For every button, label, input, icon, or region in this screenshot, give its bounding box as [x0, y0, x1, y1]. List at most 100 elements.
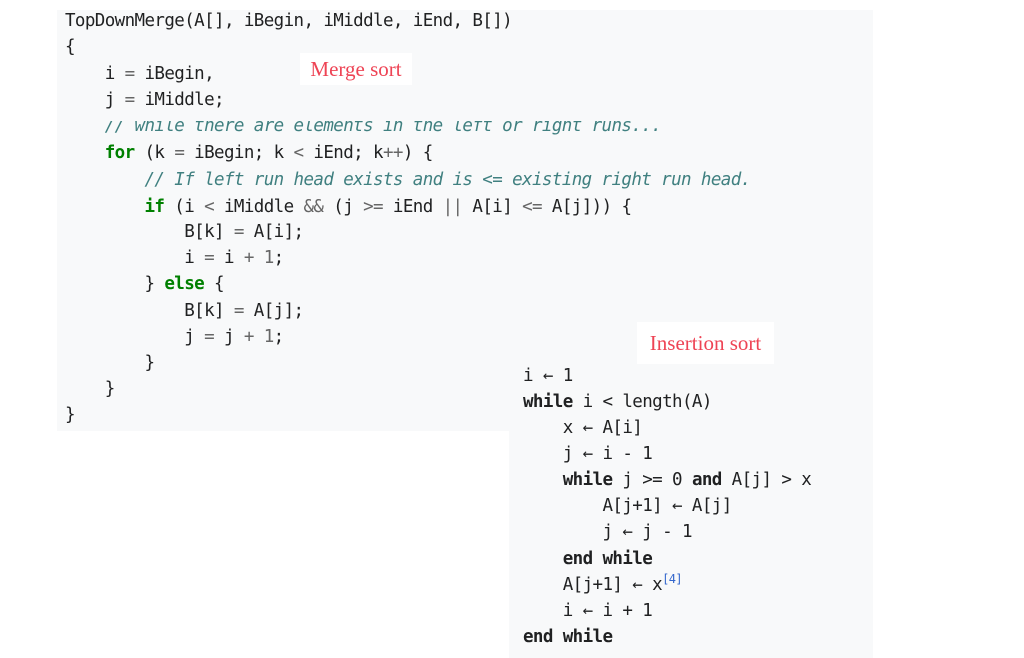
code-token: (j — [323, 197, 364, 217]
code-line: B[k] = A[j]; — [65, 298, 304, 324]
code-line: // If left run head exists and is <= exi… — [65, 167, 751, 193]
code-token: j — [65, 327, 205, 347]
code-line: } — [65, 402, 76, 428]
code-line: j ← j - 1 — [523, 519, 692, 545]
code-token: j — [65, 90, 125, 110]
code-token: } — [65, 379, 116, 399]
code-token: i — [65, 248, 205, 268]
code-line: i ← i + 1 — [523, 598, 653, 624]
code-line: x ← A[i] — [523, 415, 643, 441]
code-token: } — [65, 405, 76, 425]
code-token: ) { — [402, 143, 433, 163]
code-token: = — [204, 327, 215, 347]
code-token: >= — [363, 197, 383, 217]
code-token: x ← A[i] — [523, 418, 643, 438]
code-token: && — [303, 197, 324, 217]
code-token: i < length(A) — [572, 392, 713, 412]
code-token: j ← j - 1 — [523, 522, 692, 542]
code-token: <= — [522, 197, 542, 217]
code-line: { — [65, 34, 76, 60]
code-token: ; — [273, 248, 285, 268]
code-token: iBegin, — [134, 64, 215, 84]
code-token: A[j] > x — [721, 470, 812, 490]
code-token: A[j+1] ← x — [523, 575, 663, 595]
code-token: iMiddle — [214, 197, 304, 217]
code-token: + — [243, 327, 255, 347]
code-token: iEnd; k — [303, 143, 383, 163]
code-token: while — [523, 392, 573, 412]
code-line: i = iBegin, — [65, 61, 215, 87]
code-token: (i — [164, 197, 205, 217]
code-token: i ← i + 1 — [523, 601, 653, 621]
code-token: iBegin; k — [184, 143, 294, 163]
code-token: { — [65, 37, 76, 57]
code-token: iEnd — [383, 197, 443, 217]
code-token: j ← i - 1 — [523, 444, 653, 464]
code-token: ; — [273, 327, 285, 347]
code-token: iMiddle; — [134, 90, 224, 110]
code-line: while j >= 0 and A[j] > x — [523, 467, 812, 493]
code-token: 1 — [263, 248, 275, 268]
code-token: || — [442, 197, 463, 217]
code-token: = — [233, 301, 245, 321]
code-line: } — [65, 376, 116, 402]
code-line: A[j+1] ← A[j] — [523, 493, 732, 519]
insertion-sort-label: Insertion sort — [637, 322, 774, 364]
code-token: + — [243, 248, 255, 268]
code-token: = — [174, 143, 185, 163]
code-token: = — [233, 222, 245, 242]
code-token: } — [65, 274, 165, 294]
code-token: = — [124, 90, 136, 110]
code-token: A[j+1] ← A[j] — [523, 496, 732, 516]
code-token: ++ — [382, 143, 403, 163]
code-token: // If left run head exists and is <= exi… — [65, 170, 751, 190]
code-token: 1 — [263, 327, 275, 347]
code-token: end while — [523, 627, 613, 647]
code-token: end while — [562, 549, 653, 569]
citation-link[interactable]: [4] — [662, 572, 682, 586]
code-token: i — [214, 248, 244, 268]
code-token: = — [204, 248, 215, 268]
code-line: j ← i - 1 — [523, 441, 653, 467]
code-token: while — [562, 470, 613, 490]
code-token: } — [65, 353, 155, 373]
code-line: for (k = iBegin; k < iEnd; k++) { — [65, 140, 434, 166]
code-token: { — [204, 274, 225, 294]
code-line: i = i + 1; — [65, 245, 284, 271]
code-line: i ← 1 — [523, 363, 573, 389]
code-token: < — [293, 143, 305, 163]
code-line: TopDownMerge(A[], iBegin, iMiddle, iEnd,… — [65, 8, 513, 34]
code-token: B[k] — [65, 222, 234, 242]
code-line: B[k] = A[i]; — [65, 219, 304, 245]
code-token: A[j]; — [243, 301, 304, 321]
code-line: end while — [523, 546, 653, 572]
merge-sort-label: Merge sort — [300, 53, 412, 85]
code-token: A[i] — [462, 197, 523, 217]
code-token: < — [204, 197, 215, 217]
code-token: j >= 0 — [612, 470, 692, 490]
code-line: if (i < iMiddle && (j >= iEnd || A[i] <=… — [65, 194, 633, 220]
code-token: = — [124, 64, 136, 84]
code-token: i — [65, 64, 125, 84]
code-token: TopDownMerge(A[], iBegin, iMiddle, iEnd,… — [65, 11, 513, 31]
code-token: j — [214, 327, 244, 347]
code-line: end while — [523, 624, 613, 650]
code-token: // while there are elements in the left … — [65, 121, 662, 136]
code-token: and — [691, 470, 722, 490]
code-line: } — [65, 350, 155, 376]
code-token: (k — [134, 143, 175, 163]
code-token: if — [144, 197, 165, 217]
code-line: j = j + 1; — [65, 324, 284, 350]
code-token: A[i]; — [243, 222, 304, 242]
code-token: A[j])) { — [542, 197, 632, 217]
code-line: // while there are elements in the left … — [65, 121, 661, 139]
code-line: while i < length(A) — [523, 389, 712, 415]
code-token: for — [104, 143, 135, 163]
code-token: B[k] — [65, 301, 234, 321]
